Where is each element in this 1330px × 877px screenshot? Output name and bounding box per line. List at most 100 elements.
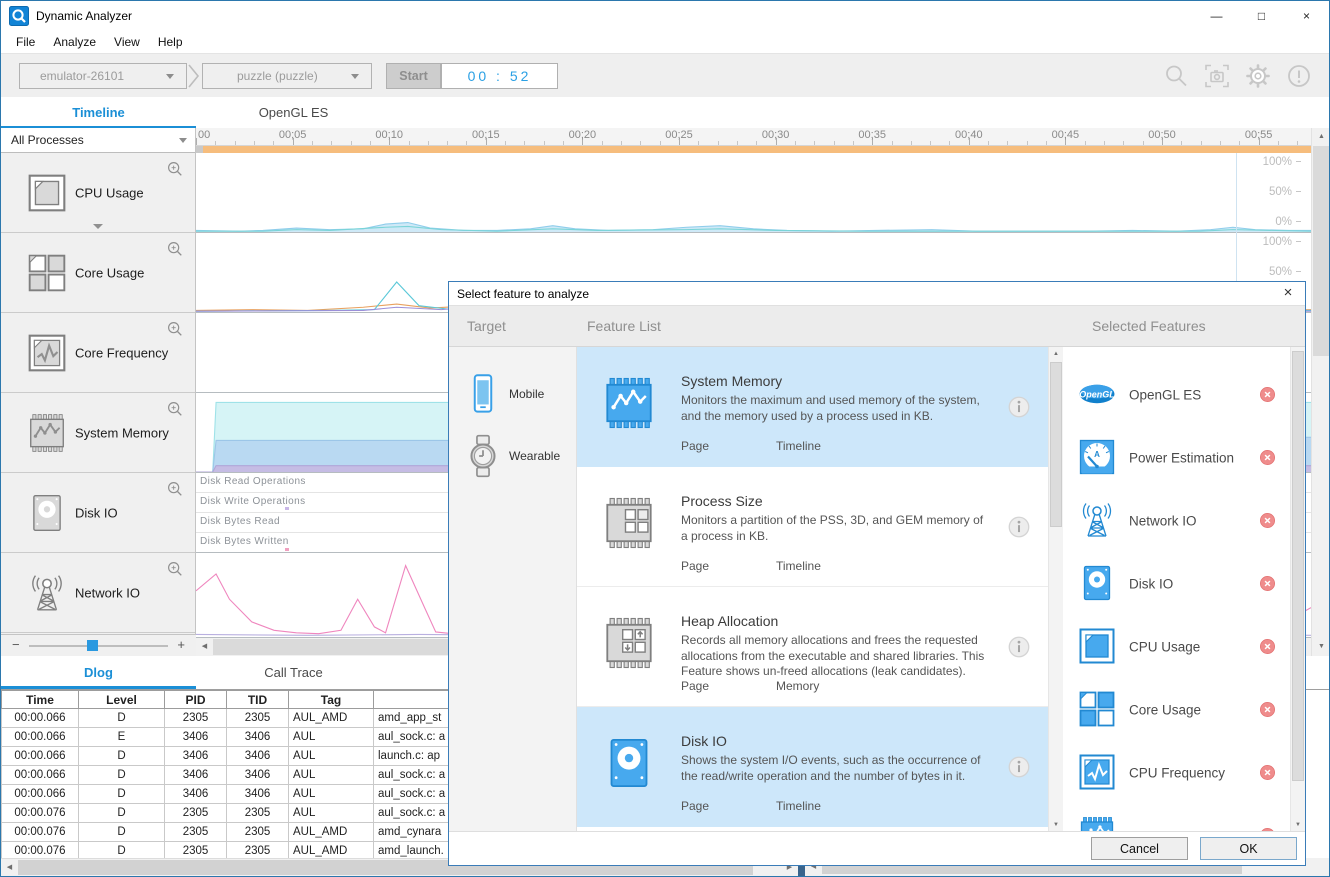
zoom-out-button[interactable]: −	[12, 637, 20, 652]
cpu-usage-chart[interactable]: 100%50%0%	[196, 153, 1311, 233]
zoom-in-icon[interactable]	[166, 240, 184, 258]
remove-feature-button[interactable]	[1257, 573, 1278, 594]
sidebar-item-label: Core Frequency	[75, 345, 168, 360]
log-cell: 3406	[165, 728, 227, 747]
scroll-left-button[interactable]: ◀	[1, 859, 18, 877]
dialog-close-button[interactable]: ×	[1279, 284, 1297, 302]
feature-title: Heap Allocation	[681, 613, 778, 629]
log-column-header[interactable]: Level	[79, 691, 165, 709]
scroll-down-button[interactable]: ▼	[1313, 638, 1330, 656]
search-icon[interactable]	[1162, 62, 1190, 90]
selected-features-scrollbar[interactable]: ▼	[1290, 347, 1305, 832]
expander-icon[interactable]	[93, 224, 103, 229]
application-select[interactable]: puzzle (puzzle)	[202, 63, 372, 89]
zoom-slider-track[interactable]	[29, 645, 168, 647]
tab-opengl-es[interactable]: OpenGL ES	[196, 97, 391, 129]
remove-feature-button[interactable]	[1257, 762, 1278, 783]
feature-tags: PageTimeline	[681, 559, 871, 573]
ruler-tick	[428, 141, 429, 145]
zoom-in-icon[interactable]	[166, 560, 184, 578]
zoom-in-icon[interactable]	[166, 480, 184, 498]
minimize-button[interactable]: —	[1194, 1, 1239, 31]
log-column-header[interactable]: PID	[165, 691, 227, 709]
log-cell: 00:00.066	[2, 728, 79, 747]
sidebar-item-core-frequency[interactable]: Core Frequency	[1, 313, 195, 393]
log-cell: D	[79, 766, 165, 785]
feature-description: Monitors a partition of the PSS, 3D, and…	[681, 513, 990, 544]
tab-timeline[interactable]: Timeline	[1, 97, 196, 129]
zoom-in-icon[interactable]	[166, 160, 184, 178]
ruler-label: 00;40	[955, 129, 983, 141]
ok-button[interactable]: OK	[1200, 837, 1297, 860]
feature-title: Disk IO	[681, 733, 727, 749]
info-icon[interactable]	[1006, 754, 1032, 780]
ruler-tick	[621, 141, 622, 145]
log-column-header[interactable]: Time	[2, 691, 79, 709]
cancel-button[interactable]: Cancel	[1091, 837, 1188, 860]
zoom-in-button[interactable]: +	[177, 637, 185, 652]
info-icon[interactable]	[1006, 634, 1032, 660]
feature-description: Records all memory allocations and frees…	[681, 633, 990, 680]
remove-feature-button[interactable]	[1257, 447, 1278, 468]
info-icon[interactable]	[1006, 514, 1032, 540]
report-icon[interactable]	[1285, 62, 1313, 90]
wearable-icon	[461, 434, 505, 478]
info-icon[interactable]	[1006, 394, 1032, 420]
menu-analyze[interactable]: Analyze	[44, 35, 105, 49]
ruler-tick	[1201, 141, 1202, 145]
scrollbar-thumb[interactable]	[1313, 146, 1330, 356]
device-select[interactable]: emulator-26101	[19, 63, 187, 89]
menu-view[interactable]: View	[105, 35, 149, 49]
ruler-tick	[756, 141, 757, 145]
scrollbar-thumb[interactable]	[1292, 351, 1304, 781]
maximize-button[interactable]: □	[1239, 1, 1284, 31]
zoom-in-icon[interactable]	[166, 320, 184, 338]
scroll-down-button[interactable]: ▼	[1049, 818, 1063, 832]
remove-feature-button[interactable]	[1257, 510, 1278, 531]
target-mobile[interactable]: Mobile	[449, 363, 576, 425]
tab-dlog[interactable]: Dlog	[1, 656, 196, 689]
close-button[interactable]: ×	[1284, 1, 1329, 31]
target-label: Mobile	[509, 387, 544, 401]
remove-feature-button[interactable]	[1257, 636, 1278, 657]
log-cell: D	[79, 709, 165, 728]
log-cell: 3406	[165, 747, 227, 766]
ruler-tick	[1278, 141, 1279, 145]
scroll-up-button[interactable]: ▲	[1049, 347, 1063, 361]
sidebar-item-core-usage[interactable]: Core Usage	[1, 233, 195, 313]
target-wearable[interactable]: Wearable	[449, 425, 576, 487]
system-memory-icon	[26, 412, 68, 454]
sidebar-item-network-io[interactable]: Network IO	[1, 553, 195, 633]
ruler-tick	[544, 141, 545, 145]
scrollbar-thumb[interactable]	[1050, 362, 1062, 527]
menu-file[interactable]: File	[7, 35, 44, 49]
remove-feature-button[interactable]	[1257, 384, 1278, 405]
feature-process-size[interactable]: Process SizeMonitors a partition of the …	[577, 467, 1048, 587]
sidebar-item-system-memory[interactable]: System Memory	[1, 393, 195, 473]
screenshot-icon[interactable]	[1203, 62, 1231, 90]
log-column-header[interactable]: Tag	[289, 691, 374, 709]
scroll-down-button[interactable]: ▼	[1291, 818, 1305, 832]
sidebar-item-disk-io[interactable]: Disk IO	[1, 473, 195, 553]
log-column-header[interactable]: TID	[227, 691, 289, 709]
feature-list-scrollbar[interactable]: ▲ ▼	[1048, 347, 1063, 832]
zoom-in-icon[interactable]	[166, 400, 184, 418]
menu-help[interactable]: Help	[149, 35, 192, 49]
feature-system-memory[interactable]: System MemoryMonitors the maximum and us…	[577, 347, 1048, 467]
sidebar-item-cpu-usage[interactable]: CPU Usage	[1, 153, 195, 233]
process-filter-select[interactable]: All Processes	[1, 128, 195, 153]
remove-feature-button[interactable]	[1257, 699, 1278, 720]
settings-icon[interactable]	[1244, 62, 1272, 90]
feature-disk-io[interactable]: Disk IOShows the system I/O events, such…	[577, 707, 1048, 827]
scroll-left-button[interactable]: ◀	[196, 638, 213, 656]
timeline-vertical-scrollbar[interactable]: ▲ ▼	[1311, 128, 1330, 656]
zoom-slider-thumb[interactable]	[87, 640, 98, 651]
start-button[interactable]: Start	[386, 63, 441, 89]
feature-tag: Page	[681, 799, 776, 813]
power-estimation-icon: A	[1077, 437, 1117, 477]
selected-feature-system-memory: System Memory	[1063, 804, 1290, 832]
range-indicator-bar[interactable]	[196, 146, 1311, 153]
feature-heap-allocation[interactable]: Heap Allocation Records all memory alloca…	[577, 587, 1048, 707]
scroll-up-button[interactable]: ▲	[1313, 128, 1330, 146]
tab-call-trace[interactable]: Call Trace	[196, 656, 391, 689]
